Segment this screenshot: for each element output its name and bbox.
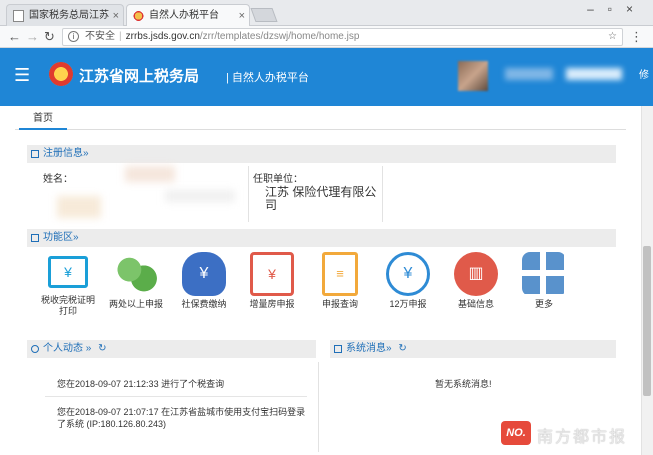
hamburger-menu-icon[interactable]: ☰: [14, 66, 30, 84]
site-title: 江苏省网上税务局: [79, 68, 200, 85]
url-path: /zrr/templates/dzswj/home/home.jsp: [199, 31, 360, 42]
redacted-info: [566, 68, 622, 80]
header-right-link[interactable]: 修: [639, 66, 649, 81]
employer-value: 江苏 保险代理有限公司: [265, 185, 377, 212]
new-tab-button[interactable]: [250, 8, 278, 22]
document-search-icon: ≡: [322, 252, 358, 296]
name-label: 姓名：: [43, 174, 73, 185]
monitor-yen-icon: ¥: [48, 256, 88, 288]
bell-icon: [334, 345, 342, 353]
site-subtitle: | 自然人办税平台: [226, 72, 309, 84]
functions-section-header[interactable]: 功能区»: [27, 229, 616, 247]
close-tab-icon[interactable]: ×: [239, 5, 245, 27]
activity-item: 您在2018-09-07 21:12:33 进行了个税查询: [57, 379, 225, 389]
newspaper-logo: NO.: [501, 421, 531, 445]
scrollbar-thumb[interactable]: [643, 246, 651, 396]
bookmark-star-icon[interactable]: ☆: [608, 29, 617, 45]
tile-120k-declaration[interactable]: ¥ 12万申报: [378, 246, 438, 318]
refresh-icon[interactable]: ↻: [98, 343, 106, 354]
section-title: 注册信息»: [43, 148, 89, 159]
tile-label: 增量房申报: [249, 299, 295, 309]
house-yen-icon: ¥: [250, 252, 294, 296]
grid-icon: [522, 252, 566, 296]
forward-icon[interactable]: →: [26, 29, 39, 45]
messages-empty-text: 暂无系统消息!: [435, 379, 492, 389]
url-host: zrrbs.jsds.gov.cn: [125, 31, 200, 42]
tile-label: 12万申报: [389, 299, 427, 309]
newspaper-watermark: NO. 南方都市报: [501, 419, 631, 447]
main-content: 注册信息» 姓名： 任职单位： 江苏 保险代理有限公司 功能区» ¥ 税收完税证…: [15, 130, 626, 455]
user-avatar[interactable]: [458, 61, 488, 91]
info-icon[interactable]: i: [68, 31, 79, 42]
emblem-icon: [133, 10, 144, 22]
section-title: 系统消息»: [346, 343, 392, 354]
close-tab-icon[interactable]: ×: [113, 5, 119, 27]
id-card-icon: [31, 150, 39, 158]
redacted-username: [505, 68, 553, 80]
url-field[interactable]: i 不安全 | zrrbs.jsds.gov.cn/zrr/templates/dz…: [62, 28, 623, 46]
browser-menu-icon[interactable]: ⋮: [630, 29, 643, 45]
tile-label: 两处以上申报: [108, 299, 163, 309]
tile-label: 税收完税证明打印: [40, 295, 95, 316]
page-tab-bar: 首页: [15, 106, 626, 130]
tile-tax-certificate[interactable]: ¥ 税收完税证明打印: [38, 246, 98, 318]
tile-property[interactable]: ¥ 增量房申报: [242, 246, 302, 318]
divider: [248, 166, 249, 222]
yen-circle-icon: ¥: [386, 252, 430, 296]
reload-icon[interactable]: ↻: [44, 29, 55, 45]
redacted-field: [165, 190, 235, 202]
security-label: 不安全: [85, 31, 115, 42]
watermark-text: 南方都市报: [537, 429, 628, 446]
activity-section-header[interactable]: 个人动态 » ↻: [27, 340, 316, 358]
tile-label: 社保费缴纳: [181, 299, 227, 309]
employer-label: 任职单位：: [253, 174, 303, 185]
clock-icon: [31, 345, 39, 353]
tab-home[interactable]: 首页: [19, 110, 67, 130]
coins-stack-icon: [114, 252, 158, 296]
tile-label: 申报查询: [321, 299, 358, 309]
divider: [45, 396, 307, 397]
address-bar: ← → ↻ i 不安全 | zrrbs.jsds.gov.cn/zrr/templa…: [0, 26, 653, 48]
tile-label: 更多: [534, 299, 553, 309]
redacted-name: [125, 166, 175, 182]
grid-small-icon: [31, 234, 39, 242]
tile-more[interactable]: 更多: [514, 246, 574, 318]
folders-icon: ▥: [454, 252, 498, 296]
registration-section-header[interactable]: 注册信息»: [27, 145, 616, 163]
divider: [318, 362, 319, 452]
browser-tab-personal-tax[interactable]: 自然人办税平台 ×: [126, 4, 250, 26]
refresh-icon[interactable]: ↻: [398, 343, 406, 354]
site-header: ☰ 江苏省网上税务局 | 自然人办税平台 修: [0, 48, 653, 106]
national-emblem-logo: [49, 62, 73, 86]
redacted-photo: [57, 196, 101, 218]
page-icon: [13, 10, 24, 22]
browser-tab-title: 自然人办税平台: [149, 10, 219, 21]
money-bag-icon: ¥: [182, 252, 226, 296]
tile-two-sources[interactable]: 两处以上申报: [106, 246, 166, 318]
divider: [382, 166, 383, 222]
tile-declaration-query[interactable]: ≡ 申报查询: [310, 246, 370, 318]
tile-label: 基础信息: [457, 299, 494, 309]
tile-social-security[interactable]: ¥ 社保费缴纳: [174, 246, 234, 318]
section-title: 个人动态 »: [43, 343, 92, 354]
section-title: 功能区»: [43, 232, 79, 243]
activity-item: 您在2018-09-07 21:07:17 在江苏省盐城市使用支付宝扫码登录了系…: [57, 407, 306, 429]
window-controls[interactable]: –▫×: [587, 2, 647, 16]
browser-tab-strip: 国家税务总局江苏省税务... × 自然人办税平台 × –▫×: [0, 0, 653, 43]
messages-section-header[interactable]: 系统消息» ↻: [330, 340, 616, 358]
page-scrollbar[interactable]: [641, 106, 653, 455]
browser-tab-tax-bureau[interactable]: 国家税务总局江苏省税务... ×: [6, 4, 124, 43]
tile-basic-info[interactable]: ▥ 基础信息: [446, 246, 506, 318]
back-icon[interactable]: ←: [8, 29, 21, 45]
